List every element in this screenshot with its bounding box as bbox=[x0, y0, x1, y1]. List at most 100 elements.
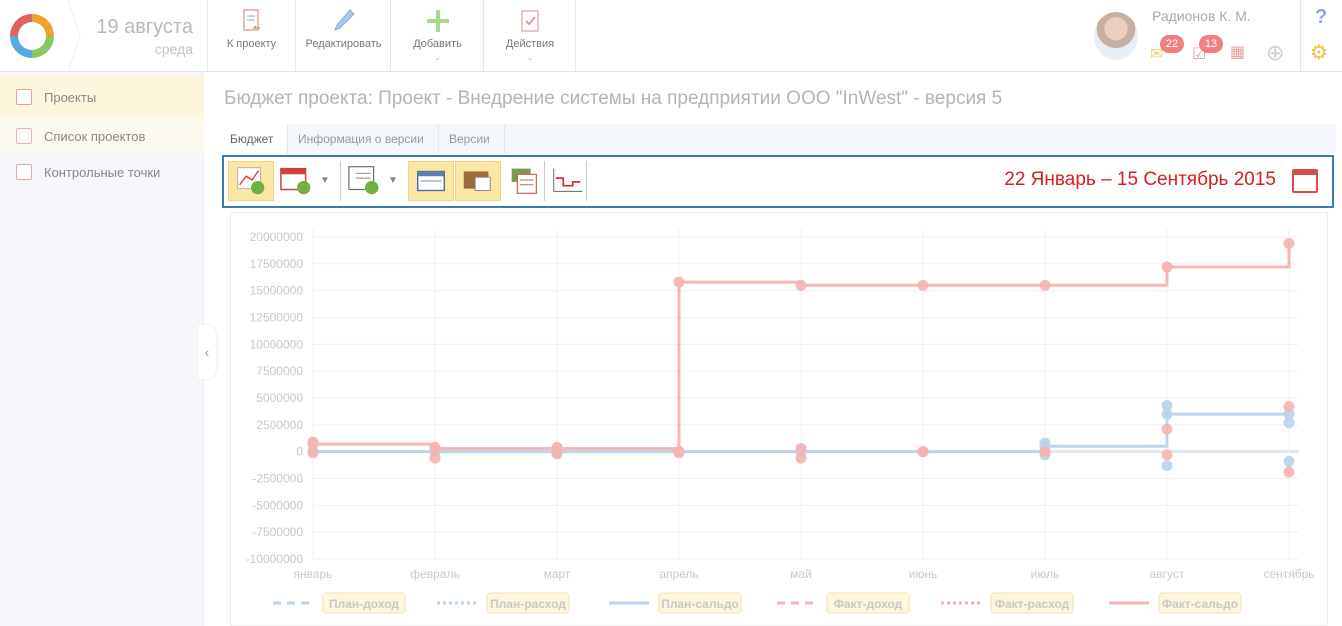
current-weekday: среда bbox=[154, 41, 193, 57]
data-point bbox=[1283, 455, 1295, 467]
pencil-icon bbox=[333, 9, 355, 31]
period-range: 22 Январь – 15 Сентябрь 2015 bbox=[1004, 169, 1276, 190]
toolbar-divider bbox=[544, 161, 545, 201]
help-icon[interactable]: ? bbox=[1315, 6, 1327, 29]
data-point bbox=[1283, 466, 1295, 478]
data-point bbox=[795, 452, 807, 464]
data-point bbox=[917, 446, 929, 458]
document-back-icon bbox=[242, 9, 260, 31]
sidebar-item-label: Проекты bbox=[44, 90, 97, 105]
add-button[interactable]: Добавить ⌄ bbox=[392, 0, 484, 72]
chevron-down-icon: ⌄ bbox=[526, 52, 534, 62]
calendar-icon[interactable] bbox=[1292, 169, 1318, 193]
y-tick-label: -10000000 bbox=[246, 552, 304, 566]
versions-button[interactable] bbox=[344, 161, 390, 201]
legend-label[interactable]: План-доход bbox=[329, 597, 399, 611]
toolbar-divider bbox=[586, 161, 587, 201]
x-tick-label: март bbox=[544, 567, 571, 581]
sidebar-collapse-handle[interactable]: ‹ bbox=[198, 325, 216, 379]
current-date: 19 августа bbox=[96, 16, 193, 38]
top-bar: 19 августа среда К проекту Редактировать… bbox=[0, 0, 1342, 72]
tab-budget[interactable]: Бюджет bbox=[220, 124, 288, 154]
data-point bbox=[917, 279, 929, 291]
y-tick-label: -2500000 bbox=[252, 472, 303, 486]
x-tick-label: август bbox=[1150, 567, 1185, 581]
wallet-icon bbox=[463, 171, 491, 191]
actions-label: Действия bbox=[505, 38, 555, 50]
data-point bbox=[1161, 423, 1173, 435]
sidebar-item-checkpoints[interactable]: Контрольные точки bbox=[0, 154, 204, 190]
legend-label[interactable]: Факт-расход bbox=[995, 597, 1070, 611]
tab-versions[interactable]: Версии bbox=[439, 124, 505, 154]
y-tick-label: 15000000 bbox=[250, 284, 304, 298]
budget-chart: 20000000 17500000 15000000 12500000 10000000… bbox=[230, 212, 1328, 626]
legend-label[interactable]: План-расход bbox=[490, 597, 566, 611]
avatar[interactable] bbox=[1094, 12, 1138, 60]
documents-icon bbox=[511, 168, 537, 194]
x-tick-label: февраль bbox=[410, 567, 460, 581]
chart-svg: 20000000 17500000 15000000 12500000 10000000… bbox=[246, 229, 1315, 614]
data-point bbox=[429, 452, 441, 464]
legend-label[interactable]: План-сальдо bbox=[661, 597, 739, 611]
y-tick-label: -5000000 bbox=[252, 498, 303, 512]
sidebar-item-projects[interactable]: Проекты bbox=[0, 76, 204, 118]
calendar-refresh-icon bbox=[280, 167, 311, 195]
chevron-down-icon[interactable]: ▼ bbox=[320, 175, 330, 186]
to-project-button[interactable]: К проекту bbox=[208, 0, 296, 72]
y-tick-label: 20000000 bbox=[250, 230, 304, 244]
x-tick-label: июнь bbox=[909, 567, 938, 581]
chevron-right-icon bbox=[67, 0, 81, 72]
y-tick-label: 7500000 bbox=[256, 364, 303, 378]
list-icon bbox=[16, 128, 32, 144]
page-title: Бюджет проекта: Проект - Внедрение систе… bbox=[224, 88, 1003, 109]
x-tick-label: сентябрь bbox=[1263, 567, 1314, 581]
logo-area: 19 августа среда bbox=[0, 0, 208, 72]
actions-button[interactable]: Действия ⌄ bbox=[485, 0, 576, 72]
chevron-down-circle-icon[interactable]: ⊕ bbox=[1266, 40, 1284, 66]
chart-toolbar: ▼ ▼ 22 Январь – 15 Сентябрь 2015 bbox=[222, 155, 1334, 208]
edit-button[interactable]: Редактировать bbox=[297, 0, 391, 72]
calendar-icon[interactable]: ▦ bbox=[1230, 42, 1245, 62]
legend-label[interactable]: Факт-сальдо bbox=[1162, 597, 1238, 611]
table-view-button[interactable] bbox=[408, 161, 454, 201]
chevron-down-icon: ⌄ bbox=[433, 52, 442, 62]
wallet-button[interactable] bbox=[455, 161, 501, 201]
data-point bbox=[1161, 408, 1173, 420]
tab-version-info[interactable]: Информация о версии bbox=[288, 124, 439, 154]
x-tick-label: январь bbox=[294, 567, 333, 581]
sidebar-item-label: Список проектов bbox=[44, 129, 146, 144]
app-logo[interactable] bbox=[10, 14, 54, 58]
tasks-badge: 13 bbox=[1199, 35, 1223, 53]
data-point bbox=[1161, 460, 1173, 472]
data-point bbox=[673, 276, 685, 288]
data-point bbox=[1283, 401, 1295, 413]
y-tick-label: 17500000 bbox=[250, 257, 304, 271]
gear-icon[interactable]: ⚙ bbox=[1310, 40, 1328, 65]
y-tick-label: 10000000 bbox=[250, 337, 304, 351]
x-tick-label: май bbox=[790, 567, 812, 581]
period-button[interactable] bbox=[276, 161, 322, 201]
user-name[interactable]: Радионов К. М. bbox=[1152, 8, 1251, 24]
projects-icon bbox=[16, 89, 32, 105]
legend-label[interactable]: Факт-доход bbox=[834, 597, 903, 611]
tab-bar: Бюджет Информация о версии Версии bbox=[220, 124, 1336, 154]
y-tick-label: 0 bbox=[296, 445, 303, 459]
header-right-column: ? ⚙ bbox=[1300, 0, 1342, 72]
x-tick-label: апрель bbox=[659, 567, 698, 581]
add-label: Добавить bbox=[413, 38, 462, 50]
y-tick-label: -7500000 bbox=[252, 525, 303, 539]
data-point bbox=[795, 279, 807, 291]
mail-badge: 22 bbox=[1160, 35, 1184, 53]
chevron-down-icon[interactable]: ▼ bbox=[388, 175, 398, 186]
list-refresh-icon bbox=[348, 166, 379, 195]
flag-icon bbox=[16, 164, 32, 180]
data-point bbox=[1039, 279, 1051, 291]
documents-button[interactable] bbox=[502, 161, 548, 201]
sidebar-item-project-list[interactable]: Список проектов bbox=[0, 118, 204, 154]
y-tick-label: 2500000 bbox=[256, 418, 303, 432]
to-project-label: К проекту bbox=[226, 38, 277, 50]
chart-mode-button[interactable] bbox=[228, 161, 274, 201]
data-point bbox=[1161, 449, 1173, 461]
edit-label: Редактировать bbox=[305, 38, 382, 50]
data-point bbox=[307, 438, 319, 450]
